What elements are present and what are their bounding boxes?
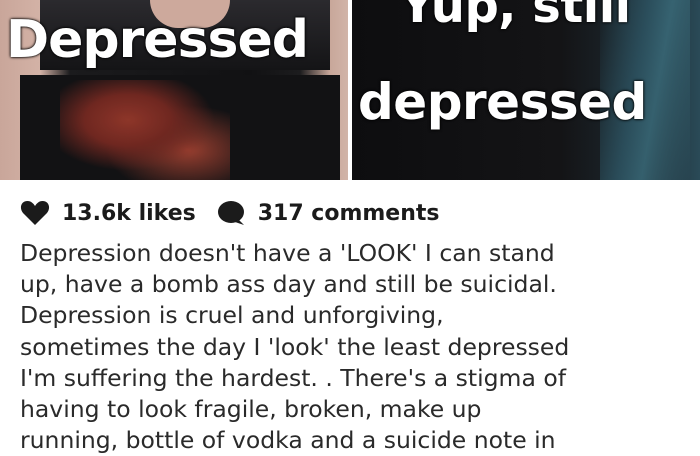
- likes-stat[interactable]: 13.6k likes: [20, 200, 196, 226]
- shirt-print-shape: [60, 80, 230, 180]
- comments-count: 317 comments: [257, 200, 440, 226]
- heart-icon[interactable]: [20, 200, 50, 226]
- right-photo-caption-line1: Yup, still: [400, 0, 631, 34]
- right-photo-caption-line2: depressed: [358, 73, 647, 131]
- left-photo-caption: Depressed: [6, 10, 309, 70]
- photo-collage: Depressed Yup, still depressed: [0, 0, 700, 180]
- post-stats: 13.6k likes 317 comments: [20, 196, 440, 230]
- likes-count: 13.6k likes: [62, 200, 196, 226]
- speech-bubble-icon[interactable]: [216, 200, 246, 226]
- comments-stat[interactable]: 317 comments: [216, 200, 440, 226]
- post-body-text: Depression doesn't have a 'LOOK' I can s…: [20, 239, 570, 455]
